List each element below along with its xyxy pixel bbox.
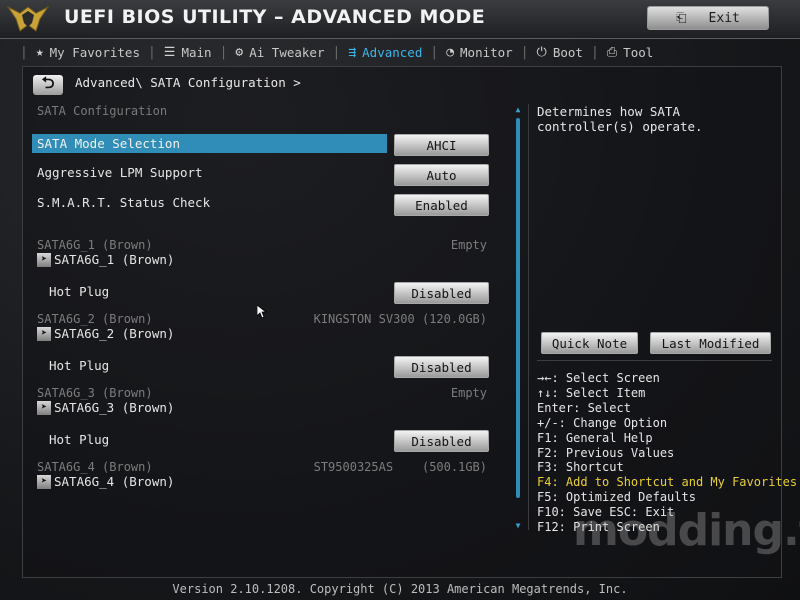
tab-advanced[interactable]: ⇶ Advanced [340,40,430,64]
setting-label-aggressive-lpm[interactable]: Aggressive LPM Support [37,165,203,180]
submenu-label: SATA6G_1 (Brown) [54,252,175,267]
tab-label: Tool [623,44,654,60]
port-device: ST9500325AS (500.1GB) [313,460,487,474]
tool-icon: ⎙ [606,44,618,60]
help-description: Determines how SATA controller(s) operat… [537,104,703,134]
scroll-thumb[interactable] [516,118,520,498]
hotplug-dropdown-2[interactable]: Disabled [394,356,489,378]
key-help-item: Enter: Select [537,400,631,415]
submenu-arrow-icon: ➤ [37,252,51,267]
tab-label: My Favorites [49,44,140,60]
tab-separator: | [590,44,599,60]
ai-tweaker-icon: ⚙ [235,44,244,60]
sata-mode-dropdown[interactable]: AHCI [394,134,489,156]
tab-separator: | [147,44,156,60]
tab-label: Boot [552,44,583,60]
tab-label: Advanced [362,44,423,60]
submenu-label: SATA6G_2 (Brown) [54,326,175,341]
exit-label: Exit [708,10,740,26]
hotplug-label[interactable]: Hot Plug [49,284,109,299]
tab-separator: | [332,44,341,60]
tab-ai-tweaker[interactable]: ⚙ Ai Tweaker [227,40,332,64]
exit-icon: ⎗ [676,10,687,26]
submenu-arrow-icon: ➤ [37,400,51,415]
port-submenu-sata6g-2[interactable]: ➤ SATA6G_2 (Brown) [37,326,174,341]
section-title: SATA Configuration [37,104,168,118]
setting-row-sata-mode[interactable]: SATA Mode Selection [32,134,387,153]
submenu-arrow-icon: ➤ [37,326,51,341]
scroll-down-icon[interactable]: ▼ [513,520,523,530]
tab-monitor[interactable]: ◔ Monitor [438,40,521,64]
setting-label-smart-check[interactable]: S.M.A.R.T. Status Check [37,195,210,210]
page-title: UEFI BIOS UTILITY – ADVANCED MODE [64,6,486,28]
key-help-item: F2: Previous Values [537,445,675,460]
key-help-item: +/-: Change Option [537,415,668,430]
port-device: Empty [450,238,487,252]
tab-separator: | [20,44,28,60]
tab-label: Main [181,44,212,60]
port-label: SATA6G_3 (Brown) [37,386,153,400]
hotplug-dropdown-3[interactable]: Disabled [394,430,489,452]
tab-main[interactable]: ☰ Main [156,40,220,64]
key-help-item: →←: Select Screen [537,371,660,385]
tab-separator: | [430,44,439,60]
panel-divider [528,104,529,530]
submenu-arrow-icon: ➤ [37,474,51,489]
tab-label: Ai Tweaker [249,44,325,60]
port-submenu-sata6g-4[interactable]: ➤ SATA6G_4 (Brown) [37,474,174,489]
star-icon: ★ [35,44,44,60]
port-device: Empty [450,386,487,400]
footer-copyright: Version 2.10.1208. Copyright (C) 2013 Am… [172,582,628,596]
key-help-item-highlighted: F4: Add to Shortcut and My Favorites [537,475,798,490]
watermark: modding.fr [573,505,800,556]
tab-separator: | [520,44,529,60]
mouse-cursor-icon [257,305,267,319]
submenu-label: SATA6G_4 (Brown) [54,474,175,489]
breadcrumb: Advanced\ SATA Configuration > [75,75,301,90]
tab-separator: | [219,44,228,60]
key-help-item: F5: Optimized Defaults [537,490,696,505]
port-label: SATA6G_4 (Brown) [37,460,153,474]
tab-label: Monitor [460,44,513,60]
submenu-label: SATA6G_3 (Brown) [54,400,175,415]
advanced-icon: ⇶ [348,44,357,60]
hotplug-label[interactable]: Hot Plug [49,358,109,373]
hotplug-dropdown-1[interactable]: Disabled [394,282,489,304]
port-submenu-sata6g-3[interactable]: ➤ SATA6G_3 (Brown) [37,400,174,415]
smart-check-dropdown[interactable]: Enabled [394,194,489,216]
exit-button[interactable]: ⎗ Exit [647,6,769,30]
monitor-icon: ◔ [446,44,455,60]
power-icon: ⏻ [536,44,547,60]
last-modified-button[interactable]: Last Modified [650,332,771,354]
key-help-item: F3: Shortcut [537,460,624,475]
scroll-up-icon[interactable]: ▲ [513,104,523,114]
key-help-item: F1: General Help [537,430,653,445]
port-label: SATA6G_2 (Brown) [37,312,153,326]
list-icon: ☰ [163,44,176,60]
tab-boot[interactable]: ⏻ Boot [529,40,591,64]
setting-label: SATA Mode Selection [37,136,180,151]
port-submenu-sata6g-1[interactable]: ➤ SATA6G_1 (Brown) [37,252,174,267]
quick-note-button[interactable]: Quick Note [541,332,638,354]
tab-bar: | ★ My Favorites | ☰ Main | ⚙ Ai Tweaker… [20,40,780,64]
tuf-logo [6,5,50,32]
key-help-item: ↑↓: Select Item [537,385,646,400]
port-device: KINGSTON SV300 (120.0GB) [313,312,487,326]
hotplug-label[interactable]: Hot Plug [49,432,109,447]
help-divider [537,360,772,361]
back-button[interactable]: ⮌ [33,73,63,95]
port-label: SATA6G_1 (Brown) [37,238,153,252]
back-arrow-icon: ⮌ [41,72,55,92]
tab-my-favorites[interactable]: ★ My Favorites [28,40,148,64]
tab-tool[interactable]: ⎙ Tool [599,40,662,64]
aggressive-lpm-dropdown[interactable]: Auto [394,164,489,186]
title-bar: UEFI BIOS UTILITY – ADVANCED MODE ⎗ Exit [0,0,800,39]
scrollbar[interactable]: ▲ ▼ [513,104,523,530]
